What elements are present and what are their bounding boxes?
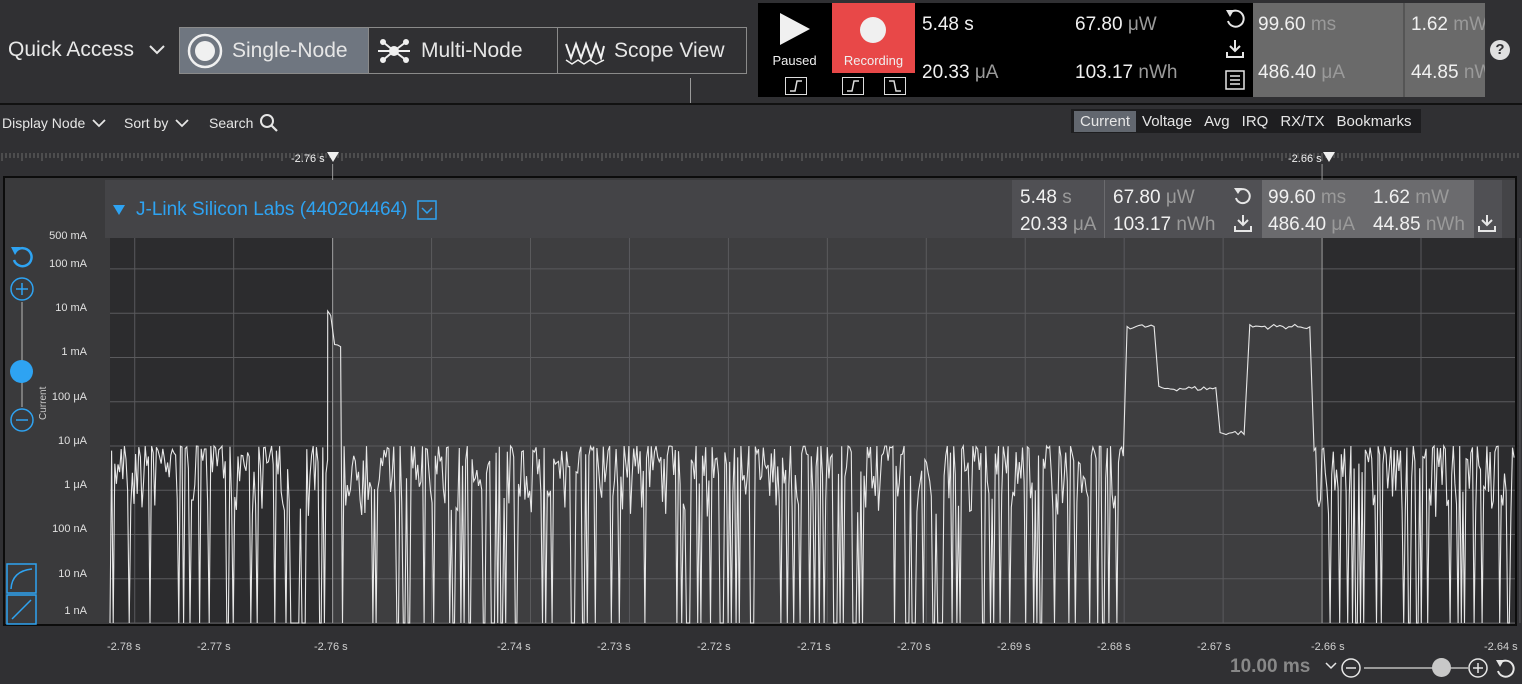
y-tick-label: 10 mA	[55, 302, 87, 314]
zoom-out-icon[interactable]	[1340, 657, 1362, 679]
reset-icon[interactable]	[1494, 657, 1516, 679]
time-zoom-slider-track[interactable]	[1364, 667, 1468, 669]
x-tick-label: -2.69 s	[997, 641, 1031, 653]
current-chart[interactable]	[0, 0, 1522, 684]
x-tick-label: -2.74 s	[497, 641, 531, 653]
node-time: 5.48 s	[1020, 187, 1072, 208]
node-selection-current: 486.40 μA	[1268, 214, 1356, 235]
reset-zoom-icon[interactable]	[9, 244, 35, 270]
log-scale-icon[interactable]	[6, 563, 37, 594]
linear-scale-icon[interactable]	[6, 594, 37, 625]
x-tick-label: -2.78 s	[107, 641, 141, 653]
x-tick-label: -2.64 s	[1484, 641, 1518, 653]
divider	[1104, 180, 1105, 238]
y-tick-label: 10 μA	[58, 435, 87, 447]
x-tick-label: -2.77 s	[197, 641, 231, 653]
x-tick-label: -2.68 s	[1097, 641, 1131, 653]
collapse-triangle-icon	[113, 205, 125, 215]
node-current: 20.33 μA	[1020, 214, 1097, 235]
node-name: J-Link Silicon Labs (440204464)	[136, 199, 408, 220]
y-tick-label: 100 nA	[52, 523, 87, 535]
x-tick-label: -2.76 s	[314, 641, 348, 653]
y-tick-label: 1 mA	[61, 346, 87, 358]
y-tick-label: 100 μA	[51, 391, 87, 403]
x-tick-label: -2.73 s	[597, 641, 631, 653]
node-selection-power: 1.62 mW	[1373, 187, 1450, 208]
x-tick-label: -2.71 s	[797, 641, 831, 653]
node-selection-time: 99.60 ms	[1268, 187, 1347, 208]
node-title[interactable]: J-Link Silicon Labs (440204464)	[112, 199, 438, 221]
time-zoom-slider-thumb[interactable]	[1432, 658, 1451, 677]
dropdown-box-icon	[417, 200, 438, 220]
zoom-in-icon[interactable]	[9, 276, 35, 302]
download-icon[interactable]	[1477, 213, 1497, 233]
zoom-out-icon[interactable]	[9, 407, 35, 433]
y-tick-label: 1 μA	[64, 479, 87, 491]
zoom-slider-track[interactable]	[21, 302, 23, 407]
x-tick-label: -2.66 s	[1311, 641, 1345, 653]
reset-icon[interactable]	[1233, 186, 1253, 206]
x-tick-label: -2.72 s	[697, 641, 731, 653]
chevron-down-icon[interactable]	[1325, 662, 1337, 670]
zoom-slider-thumb[interactable]	[10, 360, 33, 383]
zoom-level-dropdown[interactable]: 10.00 ms	[1230, 656, 1310, 678]
x-tick-label: -2.70 s	[897, 641, 931, 653]
y-tick-label: 100 mA	[49, 258, 87, 270]
node-power: 67.80 μW	[1113, 187, 1195, 208]
node-selection-energy: 44.85 nWh	[1373, 214, 1465, 235]
x-tick-label: -2.67 s	[1197, 641, 1231, 653]
zoom-in-icon[interactable]	[1467, 657, 1489, 679]
node-energy: 103.17 nWh	[1113, 214, 1216, 235]
zoom-level-value: 10.00 ms	[1230, 656, 1311, 677]
download-icon[interactable]	[1233, 213, 1253, 233]
y-tick-label: 500 mA	[49, 230, 87, 242]
y-axis-title: Current	[38, 386, 49, 420]
